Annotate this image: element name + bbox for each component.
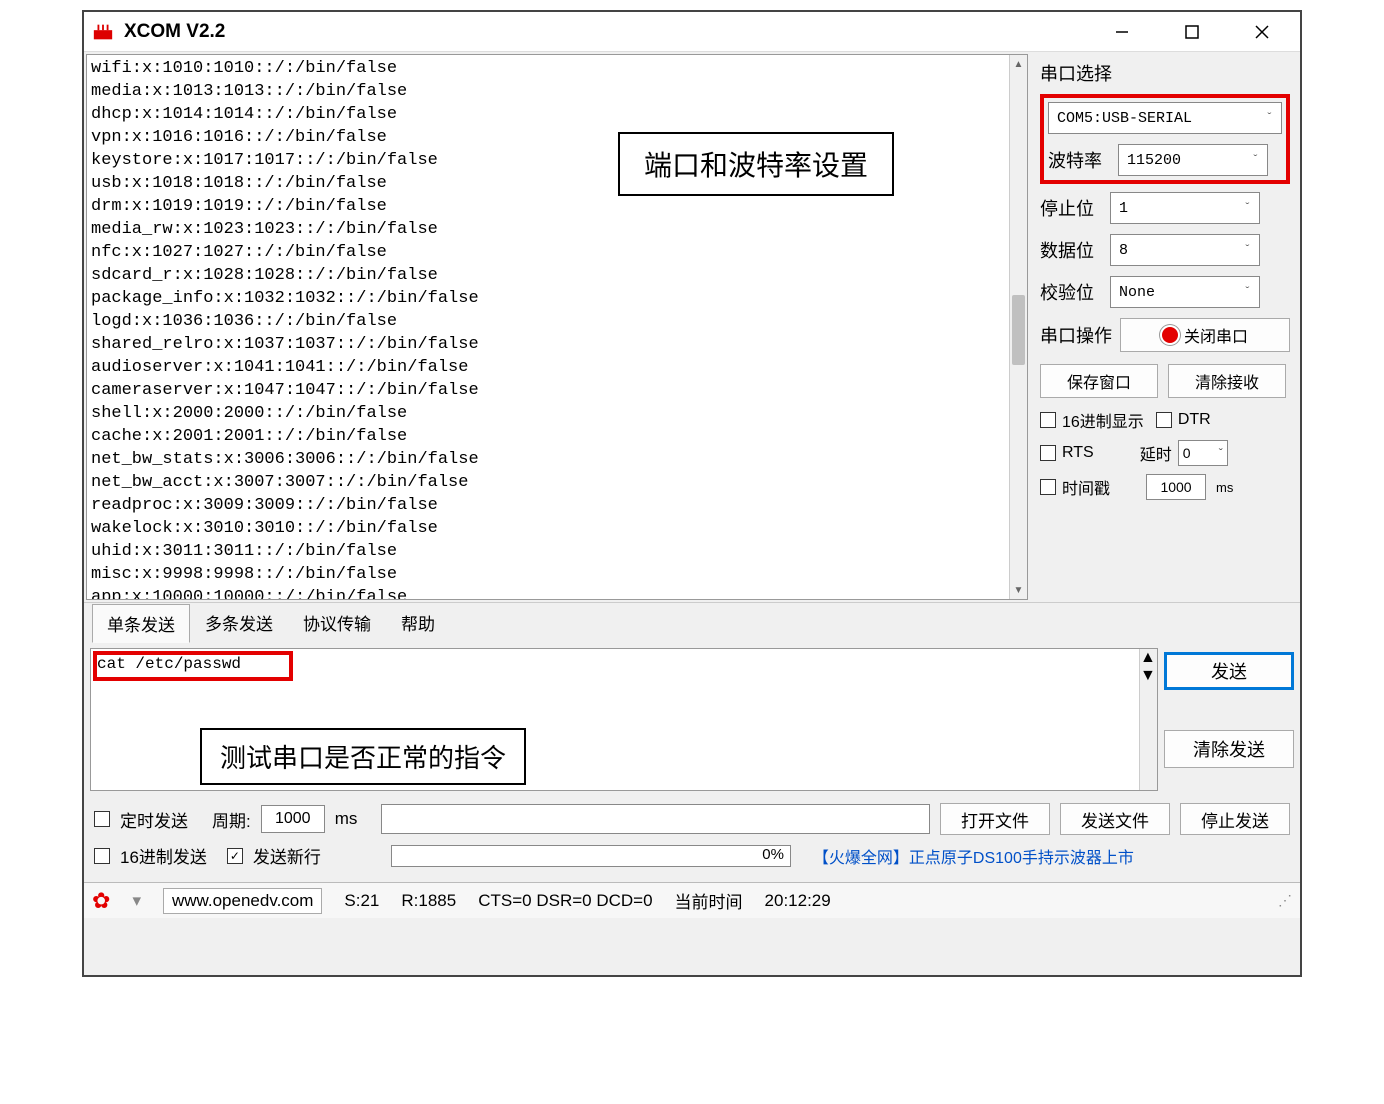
ms-unit: ms xyxy=(1216,480,1233,495)
port-select[interactable]: COM5:USB-SERIAL ˇ xyxy=(1048,102,1282,134)
close-button[interactable] xyxy=(1242,17,1282,47)
delay-label: 延时 xyxy=(1140,441,1172,465)
timestamp-label: 时间戳 xyxy=(1062,475,1110,499)
baud-select[interactable]: 115200 ˇ xyxy=(1118,144,1268,176)
time-label: 当前时间 xyxy=(675,888,743,913)
timed-send-checkbox[interactable] xyxy=(94,811,110,827)
scroll-down-icon[interactable]: ▼ xyxy=(1010,581,1027,599)
timed-send-label: 定时发送 xyxy=(120,807,188,832)
stop-send-button[interactable]: 停止发送 xyxy=(1180,803,1290,835)
period-unit: ms xyxy=(335,809,358,829)
resize-grip-icon[interactable]: ⋰ xyxy=(1278,892,1292,909)
period-input[interactable] xyxy=(261,805,325,833)
chevron-down-icon: ˇ xyxy=(1219,446,1223,460)
annotation-port-baud: 端口和波特率设置 xyxy=(618,132,894,196)
hex-send-label: 16进制发送 xyxy=(120,843,207,868)
window-title: XCOM V2.2 xyxy=(124,21,1102,43)
rts-label: RTS xyxy=(1062,444,1094,462)
scroll-up-icon[interactable]: ▲ xyxy=(1010,55,1027,73)
port-value: COM5:USB-SERIAL xyxy=(1057,110,1192,127)
delay-select[interactable]: 0 ˇ xyxy=(1178,440,1228,466)
dropdown-icon[interactable]: ▾ xyxy=(132,891,141,911)
close-port-button[interactable]: 关闭串口 xyxy=(1120,318,1290,352)
highlight-port-baud: COM5:USB-SERIAL ˇ 波特率 115200 ˇ xyxy=(1040,94,1290,184)
timestamp-checkbox[interactable] xyxy=(1040,479,1056,495)
record-icon xyxy=(1162,327,1178,343)
send-tabs: 单条发送 多条发送 协议传输 帮助 xyxy=(84,602,1300,642)
baud-label: 波特率 xyxy=(1048,147,1118,173)
dtr-label: DTR xyxy=(1178,411,1211,429)
rts-checkbox[interactable] xyxy=(1040,445,1056,461)
databits-select[interactable]: 8 ˇ xyxy=(1110,234,1260,266)
chevron-down-icon: ˇ xyxy=(1266,111,1273,125)
stopbits-label: 停止位 xyxy=(1040,195,1110,221)
scroll-down-icon[interactable]: ▼ xyxy=(1140,667,1157,685)
chevron-down-icon: ˇ xyxy=(1252,153,1259,167)
chevron-down-icon: ˇ xyxy=(1244,243,1251,257)
maximize-button[interactable] xyxy=(1172,17,1212,47)
time-value: 20:12:29 xyxy=(765,891,831,911)
close-port-label: 关闭串口 xyxy=(1184,323,1248,347)
send-newline-label: 发送新行 xyxy=(253,843,321,868)
scroll-thumb[interactable] xyxy=(1012,295,1025,365)
hex-display-label: 16进制显示 xyxy=(1062,408,1144,432)
clear-send-button[interactable]: 清除发送 xyxy=(1164,730,1294,768)
tab-help[interactable]: 帮助 xyxy=(386,603,450,642)
annotation-test-command: 测试串口是否正常的指令 xyxy=(200,728,526,785)
clear-receive-button[interactable]: 清除接收 xyxy=(1168,364,1286,398)
progress-percent: 0% xyxy=(762,846,784,863)
sent-count: S:21 xyxy=(344,891,379,911)
minimize-button[interactable] xyxy=(1102,17,1142,47)
open-file-button[interactable]: 打开文件 xyxy=(940,803,1050,835)
gear-icon[interactable]: ✿ xyxy=(92,888,110,914)
databits-value: 8 xyxy=(1119,242,1128,259)
panel-title: 串口选择 xyxy=(1040,60,1290,86)
baud-value: 115200 xyxy=(1127,152,1181,169)
scroll-up-icon[interactable]: ▲ xyxy=(1140,649,1157,667)
parity-select[interactable]: None ˇ xyxy=(1110,276,1260,308)
promo-banner[interactable]: 【火爆全网】正点原子DS100手持示波器上市 xyxy=(813,844,1134,868)
signal-status: CTS=0 DSR=0 DCD=0 xyxy=(478,891,652,911)
period-label: 周期: xyxy=(212,807,251,832)
send-button[interactable]: 发送 xyxy=(1164,652,1294,690)
hex-send-checkbox[interactable] xyxy=(94,848,110,864)
send-newline-checkbox[interactable]: ✓ xyxy=(227,848,243,864)
terminal-scrollbar[interactable]: ▲ ▼ xyxy=(1009,55,1027,599)
timestamp-input[interactable] xyxy=(1146,474,1206,500)
website-link[interactable]: www.openedv.com xyxy=(163,888,322,914)
chevron-down-icon: ˇ xyxy=(1244,201,1251,215)
send-progress: 0% xyxy=(391,845,791,867)
titlebar: XCOM V2.2 xyxy=(84,12,1300,52)
chevron-down-icon: ˇ xyxy=(1244,285,1251,299)
send-scrollbar[interactable]: ▲ ▼ xyxy=(1139,649,1157,790)
send-file-button[interactable]: 发送文件 xyxy=(1060,803,1170,835)
parity-value: None xyxy=(1119,284,1155,301)
tab-multi-send[interactable]: 多条发送 xyxy=(190,603,288,642)
file-path-input[interactable] xyxy=(381,804,930,834)
databits-label: 数据位 xyxy=(1040,237,1110,263)
dtr-checkbox[interactable] xyxy=(1156,412,1172,428)
serial-settings-panel: 串口选择 COM5:USB-SERIAL ˇ 波特率 115200 ˇ xyxy=(1030,52,1300,602)
send-command-text: cat /etc/passwd xyxy=(91,649,1157,679)
hex-display-checkbox[interactable] xyxy=(1040,412,1056,428)
port-op-label: 串口操作 xyxy=(1040,322,1120,348)
tab-protocol[interactable]: 协议传输 xyxy=(288,603,386,642)
parity-label: 校验位 xyxy=(1040,279,1110,305)
stopbits-select[interactable]: 1 ˇ xyxy=(1110,192,1260,224)
tab-single-send[interactable]: 单条发送 xyxy=(92,604,190,643)
recv-count: R:1885 xyxy=(401,891,456,911)
app-logo-icon xyxy=(92,21,114,43)
save-window-button[interactable]: 保存窗口 xyxy=(1040,364,1158,398)
statusbar: ✿ ▾ www.openedv.com S:21 R:1885 CTS=0 DS… xyxy=(84,882,1300,918)
stopbits-value: 1 xyxy=(1119,200,1128,217)
